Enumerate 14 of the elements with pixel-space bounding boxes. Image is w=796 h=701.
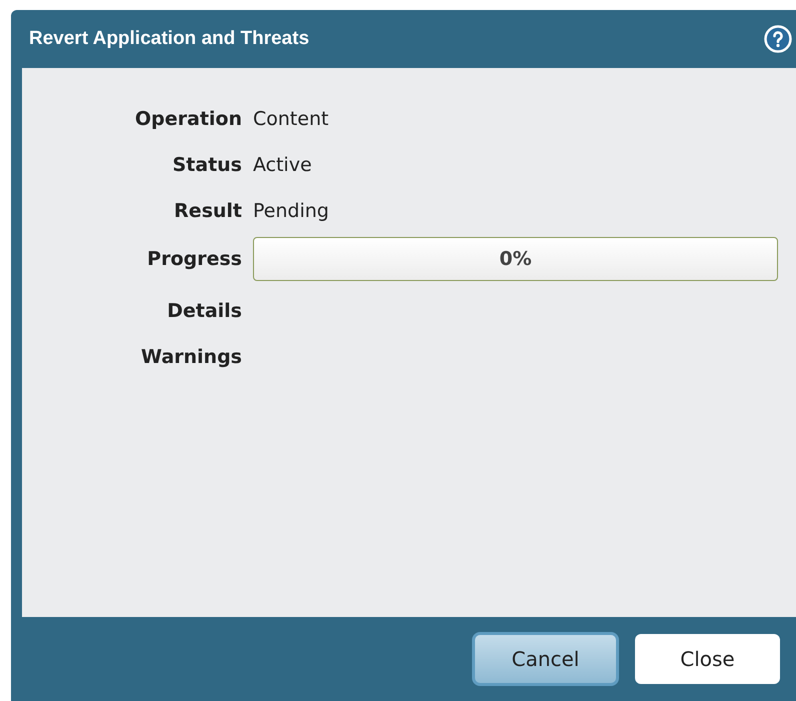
field-label: Warnings (140, 344, 242, 370)
field-value: Active (253, 152, 312, 178)
window-title: Revert Application and Threats (29, 26, 310, 51)
progress-reading: 0% (499, 246, 532, 272)
field-label: Details (166, 298, 242, 324)
dialog-button[interactable]: Cancel (472, 632, 619, 686)
field-value: Content (253, 106, 329, 132)
dialog-button[interactable]: Close (635, 634, 780, 684)
help-icon[interactable] (764, 25, 792, 53)
field-label: Operation (134, 106, 242, 132)
field-label: Result (173, 198, 242, 224)
field-value: Pending (253, 198, 329, 224)
field-label: Status (171, 152, 242, 178)
field-label: Progress (146, 246, 242, 272)
